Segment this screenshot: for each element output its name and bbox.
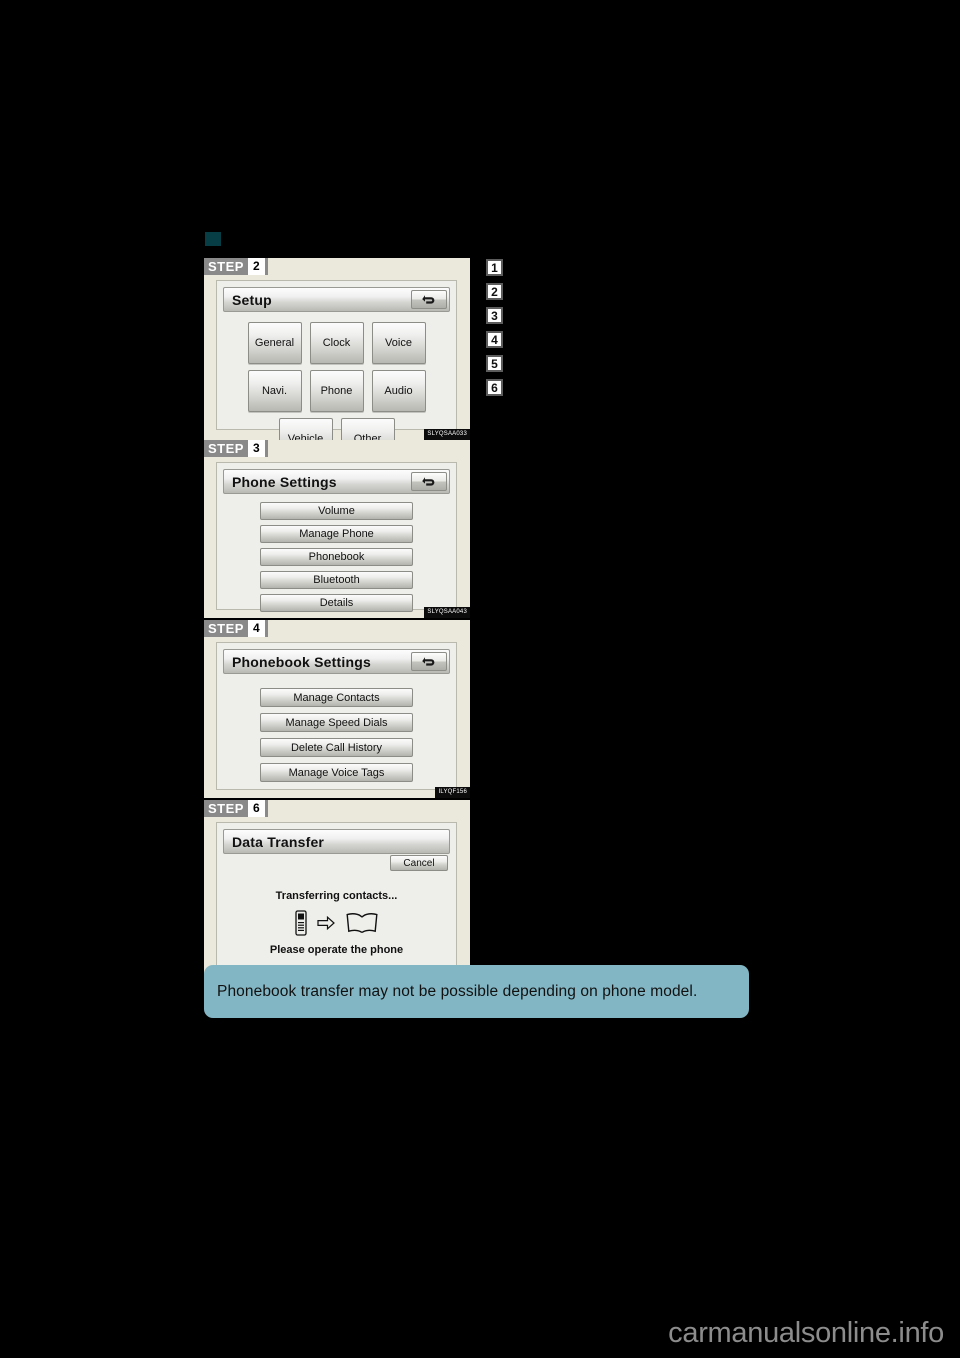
button-delete-call-history[interactable]: Delete Call History — [260, 738, 413, 757]
setup-button-navi[interactable]: Navi. — [247, 370, 302, 412]
button-volume[interactable]: Volume — [260, 502, 413, 520]
button-bluetooth[interactable]: Bluetooth — [260, 571, 413, 589]
nav-screen-data-transfer: Data Transfer Cancel Transferring contac… — [216, 822, 457, 970]
callout-number-3: 3 — [486, 307, 503, 324]
step-badge-2: STEP 2 — [204, 258, 268, 275]
step-number: 6 — [247, 800, 265, 817]
screen-title-bar: Data Transfer — [223, 829, 450, 854]
back-button[interactable] — [411, 290, 447, 309]
callout-number-4: 4 — [486, 331, 503, 348]
callout-number-6: 6 — [486, 379, 503, 396]
screen-title-bar: Phonebook Settings — [223, 649, 450, 674]
step-panel-setup: STEP 2 Setup General Clock Voice Navi. P… — [204, 258, 470, 460]
nav-screen-setup: Setup General Clock Voice Navi. Phone Au… — [216, 280, 457, 460]
phonebook-settings-button-list: Manage Contacts Manage Speed Dials Delet… — [217, 674, 456, 782]
step-label: STEP — [208, 621, 244, 636]
step-badge-4: STEP 4 — [204, 620, 268, 637]
step-number: 4 — [247, 620, 265, 637]
figure-code: SLYQSAA033 — [424, 429, 470, 440]
setup-button-general[interactable]: General — [247, 322, 302, 364]
cancel-button[interactable]: Cancel — [390, 855, 448, 871]
site-watermark: carmanualsonline.info — [668, 1317, 944, 1349]
step-panel-data-transfer: STEP 6 Data Transfer Cancel Transferring… — [204, 800, 470, 978]
button-manage-phone[interactable]: Manage Phone — [260, 525, 413, 543]
button-manage-contacts[interactable]: Manage Contacts — [260, 688, 413, 707]
step-number: 2 — [247, 258, 265, 275]
mobile-phone-icon — [294, 910, 307, 936]
back-button[interactable] — [411, 652, 447, 671]
setup-button-audio[interactable]: Audio — [371, 370, 426, 412]
back-arrow-icon — [421, 476, 434, 486]
arrow-right-icon — [316, 916, 335, 930]
step-label: STEP — [208, 259, 244, 274]
nav-screen-phonebook-settings: Phonebook Settings Manage Contacts Manag… — [216, 642, 457, 790]
step-label: STEP — [208, 441, 244, 456]
page-title: Setup — [232, 291, 272, 308]
screen-title-bar: Setup — [223, 287, 450, 312]
step-badge-3: STEP 3 — [204, 440, 268, 457]
step-panel-phone-settings: STEP 3 Phone Settings Volume Manage Phon… — [204, 440, 470, 618]
setup-button-grid: General Clock Voice Navi. Phone Audio Ve… — [217, 312, 456, 460]
setup-button-clock[interactable]: Clock — [309, 322, 364, 364]
phone-settings-button-list: Volume Manage Phone Phonebook Bluetooth … — [217, 494, 456, 612]
page-title: Phone Settings — [232, 473, 337, 490]
callout-number-1: 1 — [486, 259, 503, 276]
page-title: Phonebook Settings — [232, 653, 371, 670]
transfer-icon-row — [217, 910, 456, 936]
back-arrow-icon — [421, 656, 434, 666]
figure-code: ILYQF156 — [435, 787, 470, 798]
note-text: Phonebook transfer may not be possible d… — [217, 982, 698, 1000]
callout-number-2: 2 — [486, 283, 503, 300]
screen-title-bar: Phone Settings — [223, 469, 450, 494]
section-marker — [205, 232, 221, 246]
nav-screen-phone-settings: Phone Settings Volume Manage Phone Phone… — [216, 462, 457, 612]
figure-code: SLYQSAA043 — [424, 607, 470, 618]
callout-number-5: 5 — [486, 355, 503, 372]
button-phonebook[interactable]: Phonebook — [260, 548, 413, 566]
step-label: STEP — [208, 801, 244, 816]
open-book-icon — [345, 913, 378, 934]
setup-button-voice[interactable]: Voice — [371, 322, 426, 364]
setup-button-phone[interactable]: Phone — [309, 370, 364, 412]
button-manage-voice-tags[interactable]: Manage Voice Tags — [260, 763, 413, 782]
page-title: Data Transfer — [232, 833, 325, 850]
callout-number-list: 1 2 3 4 5 6 — [486, 259, 503, 396]
transfer-status-text: Transferring contacts... — [275, 890, 398, 902]
step-number: 3 — [247, 440, 265, 457]
back-arrow-icon — [421, 294, 434, 304]
transfer-instruction-text: Please operate the phone — [269, 944, 404, 956]
step-badge-6: STEP 6 — [204, 800, 268, 817]
step-panel-phonebook-settings: STEP 4 Phonebook Settings Manage Contact… — [204, 620, 470, 798]
note-banner: Phonebook transfer may not be possible d… — [204, 965, 749, 1018]
back-button[interactable] — [411, 472, 447, 491]
button-manage-speed-dials[interactable]: Manage Speed Dials — [260, 713, 413, 732]
button-details[interactable]: Details — [260, 594, 413, 612]
